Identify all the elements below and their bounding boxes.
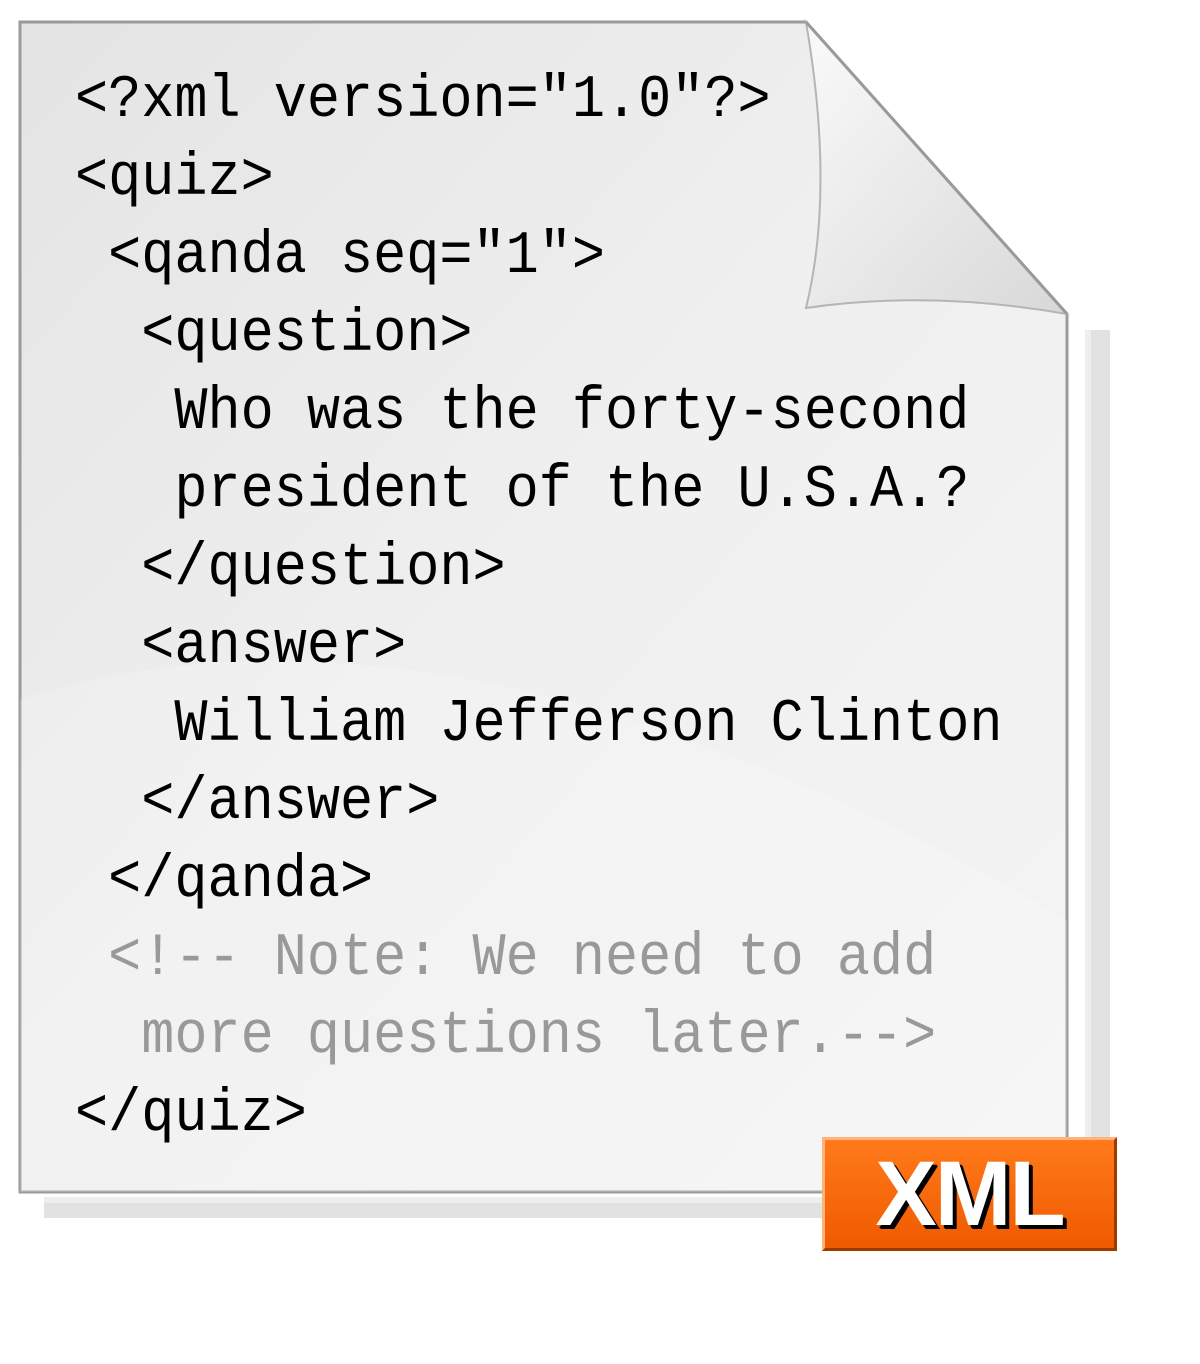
code-line: </question> [75, 535, 506, 603]
comment-line: more questions later.--> [75, 1003, 937, 1071]
xml-badge-label: XML [875, 1143, 1065, 1245]
comment-line: <!-- Note: We need to add [75, 925, 937, 993]
xml-file-icon: <?xml version="1.0"?> <quiz> <qanda seq="… [0, 0, 1200, 1364]
xml-badge: XML [822, 1137, 1117, 1251]
code-line: <?xml version="1.0"?> [75, 67, 771, 135]
code-line: <answer> [75, 613, 407, 681]
code-line: president of the U.S.A.? [75, 457, 970, 525]
code-line: </answer> [75, 769, 440, 837]
code-line: <quiz> [75, 145, 274, 213]
code-line: <qanda seq="1"> [75, 223, 606, 291]
code-line: </qanda> [75, 847, 374, 915]
xml-code-listing: <?xml version="1.0"?> <quiz> <qanda seq="… [75, 62, 1003, 1154]
code-line: William Jefferson Clinton [75, 691, 1003, 759]
code-line: Who was the forty-second [75, 379, 970, 447]
code-line: <question> [75, 301, 473, 369]
